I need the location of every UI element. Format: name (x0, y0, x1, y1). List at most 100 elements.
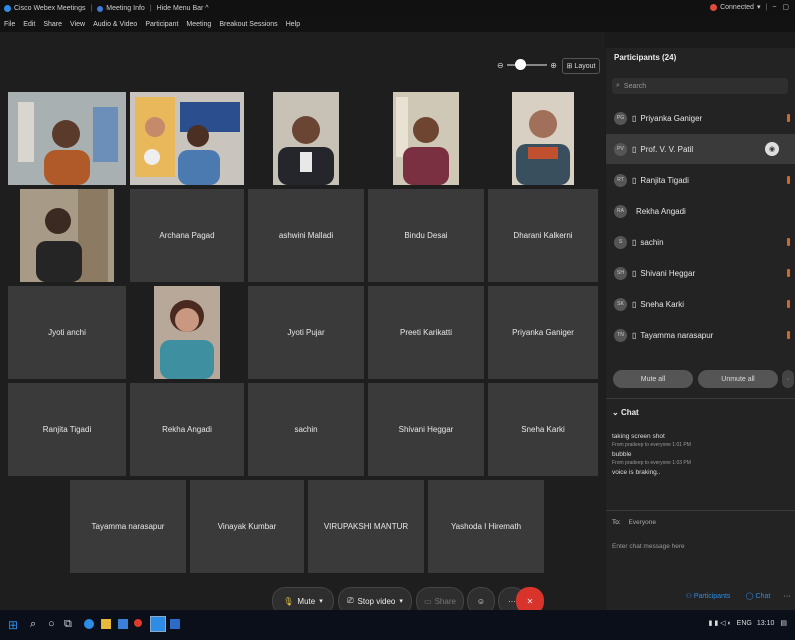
menu-share[interactable]: Share (43, 21, 62, 28)
chevron-down-icon: ⌄ (612, 408, 619, 417)
notification-area-icons[interactable]: ▮ ▮ ◁ ◐ (709, 619, 732, 627)
participant-search-input[interactable]: ⌕ Search (612, 78, 788, 94)
chat-recipient[interactable]: To: Everyone (612, 519, 656, 526)
layout-button[interactable]: ⊞ Layout (562, 58, 600, 74)
participant-tile[interactable]: Dharani Kalkerni (488, 189, 598, 282)
video-tile[interactable] (8, 92, 126, 185)
participant-name: Preeti Karikatti (399, 328, 453, 337)
language-indicator[interactable]: ENG (737, 620, 752, 627)
video-tile[interactable] (248, 92, 364, 185)
participant-tile[interactable]: Yashoda I Hiremath (428, 480, 544, 573)
menu-help[interactable]: Help (286, 21, 300, 28)
participant-video (368, 92, 484, 185)
participant-tile[interactable]: Priyanka Ganiger (488, 286, 598, 379)
participant-name: Ranjita Tigadi (42, 425, 92, 434)
participant-tile[interactable]: Shivani Heggar (368, 383, 484, 476)
participant-tile[interactable]: Ranjita Tigadi (8, 383, 126, 476)
action-center-icon[interactable]: ▤ (780, 619, 787, 627)
meeting-info-link[interactable]: Meeting Info (106, 5, 145, 12)
info-icon (97, 5, 104, 12)
participant-tile[interactable]: Tayamma narasapur (70, 480, 186, 573)
connection-status[interactable]: Connected (720, 4, 754, 11)
cortana-icon[interactable]: ○ (48, 618, 55, 630)
participant-options-icon[interactable]: ◉ (765, 142, 779, 156)
video-tile[interactable] (130, 286, 244, 379)
chat-tab[interactable]: ◯ Chat (738, 586, 778, 606)
menu-participant[interactable]: Participant (145, 21, 178, 28)
edge-icon[interactable] (84, 619, 94, 629)
chat-message-text: voice is braking.. (612, 469, 661, 476)
participant-name: Bindu Desai (404, 231, 448, 240)
device-icon: ▯ (632, 330, 637, 340)
folder-icon[interactable] (101, 619, 111, 629)
windows-start-icon[interactable]: ⊞ (8, 618, 18, 632)
zoom-out-icon[interactable]: ⊖ (497, 61, 504, 70)
participant-tile[interactable]: ashwini Malladi (248, 189, 364, 282)
participant-list-name: Rekha Angadi (636, 206, 686, 216)
participant-tile[interactable]: Jyoti anchi (8, 286, 126, 379)
menu-edit[interactable]: Edit (23, 21, 35, 28)
video-tile[interactable] (8, 189, 126, 282)
participant-tile[interactable]: sachin (248, 383, 364, 476)
chat-header[interactable]: ⌄ Chat (612, 408, 639, 417)
zoom-in-icon[interactable]: ⊕ (550, 61, 557, 70)
menu-audio-video[interactable]: Audio & Video (93, 21, 137, 28)
zoom-slider[interactable]: ⊖ ⊕ (497, 58, 557, 72)
participant-name: sachin (294, 425, 318, 434)
clock[interactable]: 13:10 (757, 620, 775, 627)
chat-input[interactable]: Enter chat message here (612, 543, 685, 550)
participant-name: Vinayak Kumbar (217, 522, 277, 531)
video-tile[interactable] (488, 92, 598, 185)
participant-tile[interactable]: Rekha Angadi (130, 383, 244, 476)
participant-row[interactable]: TN ▯ Tayamma narasapur (606, 320, 795, 350)
zoom-slider-handle[interactable] (514, 59, 526, 70)
menu-breakout-sessions[interactable]: Breakout Sessions (219, 21, 277, 28)
microphone-icon (787, 238, 790, 246)
participant-list-name: Priyanka Ganiger (640, 113, 703, 123)
participant-row[interactable]: S ▯ sachin (606, 227, 795, 257)
chrome-icon[interactable] (134, 619, 142, 627)
participant-row[interactable]: PG ▯ Priyanka Ganiger (606, 103, 795, 133)
share-icon: ▭ (424, 596, 432, 606)
participant-tile[interactable]: Preeti Karikatti (368, 286, 484, 379)
more-icon[interactable]: ··· (780, 586, 794, 606)
chevron-down-icon[interactable]: ▾ (319, 597, 323, 605)
chat-message-meta: From pradeep to everyone 1:01 PM (612, 442, 691, 448)
participant-tile[interactable]: Sneha Karki (488, 383, 598, 476)
menu-meeting[interactable]: Meeting (186, 21, 211, 28)
video-tile[interactable] (368, 92, 484, 185)
participant-tile[interactable]: Jyoti Pujar (248, 286, 364, 379)
video-tile[interactable] (130, 92, 244, 185)
participant-tile[interactable]: Vinayak Kumbar (190, 480, 304, 573)
unmute-all-button[interactable]: Unmute all (698, 370, 778, 388)
participant-tile[interactable]: VIRUPAKSHI MANTUR (308, 480, 424, 573)
participant-name: VIRUPAKSHI MANTUR (323, 522, 409, 531)
participant-tile[interactable]: Archana Pagad (130, 189, 244, 282)
maximize-button[interactable]: ▢ (782, 3, 789, 11)
participant-name: Dharani Kalkerni (513, 231, 573, 240)
participant-row[interactable]: PV ▯ Prof. V. V. Patil ◉ (606, 134, 795, 164)
participant-row[interactable]: SK ▯ Sneha Karki (606, 289, 795, 319)
participants-tab[interactable]: ⚇ Participants (682, 586, 734, 606)
participant-row[interactable]: SH ▯ Shivani Heggar (606, 258, 795, 288)
participant-tile[interactable]: Bindu Desai (368, 189, 484, 282)
more-icon[interactable]: · (782, 370, 794, 388)
search-icon[interactable]: ⌕ (30, 618, 36, 631)
title-bar: Cisco Webex Meetings | Meeting Info | Hi… (0, 0, 795, 17)
store-icon[interactable] (118, 619, 128, 629)
task-view-icon[interactable]: ⧉ (64, 618, 72, 631)
menu-file[interactable]: File (4, 21, 15, 28)
menu-view[interactable]: View (70, 21, 85, 28)
participant-list-name: Shivani Heggar (640, 268, 696, 278)
chevron-down-icon[interactable]: ▾ (399, 597, 403, 605)
app-icon[interactable] (170, 619, 180, 629)
participant-row[interactable]: RA Rekha Angadi (606, 196, 795, 226)
chevron-down-icon[interactable]: ▾ (757, 3, 761, 11)
participant-list-name: sachin (640, 237, 664, 247)
webex-taskbar-icon[interactable] (150, 616, 166, 632)
participant-row[interactable]: RT ▯ Ranjita Tigadi (606, 165, 795, 195)
participant-name: Jyoti anchi (48, 328, 86, 337)
minimize-button[interactable]: − (772, 4, 776, 11)
hide-menu-bar-link[interactable]: Hide Menu Bar ^ (157, 5, 209, 12)
mute-all-button[interactable]: Mute all (613, 370, 693, 388)
